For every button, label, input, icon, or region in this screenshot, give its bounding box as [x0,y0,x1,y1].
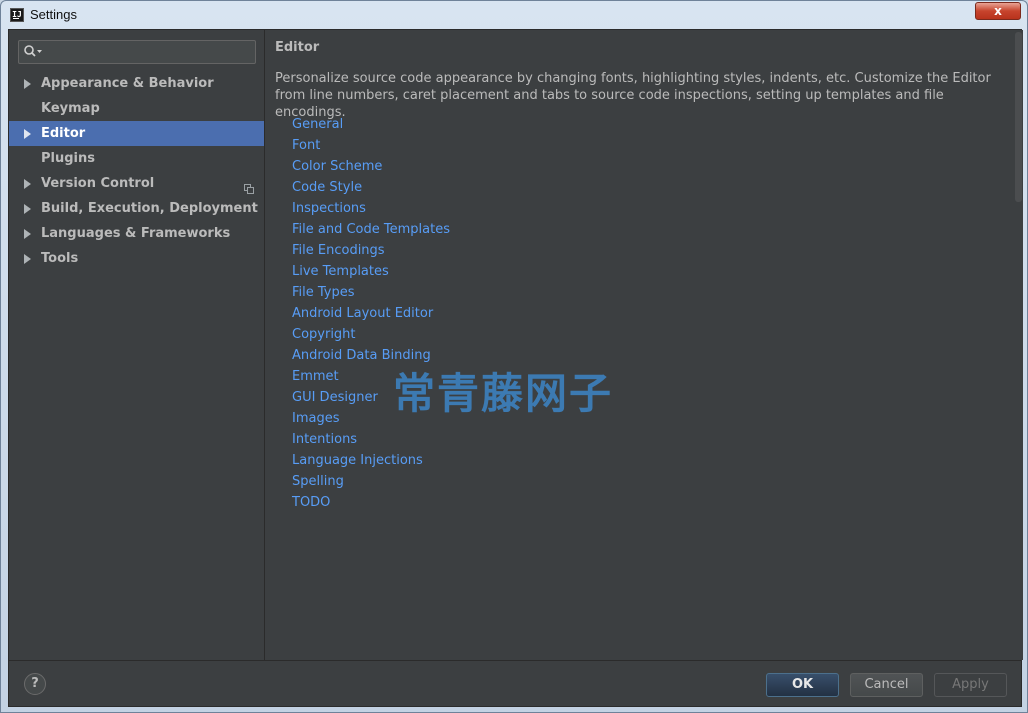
copy-icon [244,178,254,194]
sidebar-item-plugins[interactable]: Plugins [9,146,264,171]
sidebar-item-appearance-behavior[interactable]: Appearance & Behavior [9,71,264,96]
sidebar-item-label: Keymap [41,101,100,116]
watermark-text: 常青藤网子 [393,369,614,418]
editor-settings-panel: Editor Personalize source code appearanc… [266,30,1023,660]
title-bar[interactable]: IJ Settings x [1,1,1027,29]
settings-window: IJ Settings x Appearance & Behavior Keyma… [0,0,1028,713]
sidebar-item-label: Plugins [41,151,95,166]
link-live-templates[interactable]: Live Templates [292,261,450,282]
settings-tree: Appearance & Behavior Keymap Editor Plugins… [9,71,264,271]
link-language-injections[interactable]: Language Injections [292,450,450,471]
editor-subpage-links: General Font Color Scheme Code Style Inspect… [292,114,450,513]
link-color-scheme[interactable]: Color Scheme [292,156,450,177]
sidebar-item-label: Editor [41,126,86,141]
ok-button[interactable]: OK [766,673,839,697]
sidebar-item-build-execution-deployment[interactable]: Build, Execution, Deployment [9,196,264,221]
dialog-body: Appearance & Behavior Keymap Editor Plugins… [8,29,1023,707]
intellij-app-icon: IJ [10,8,24,22]
sidebar-item-label: Build, Execution, Deployment [41,201,258,216]
expand-arrow-icon[interactable] [24,79,31,89]
expand-arrow-icon[interactable] [24,229,31,239]
close-button[interactable]: x [975,2,1021,20]
help-button[interactable]: ? [24,673,46,695]
search-box[interactable] [18,40,256,64]
link-todo[interactable]: TODO [292,492,450,513]
search-input[interactable] [47,43,252,61]
sidebar-item-label: Appearance & Behavior [41,76,214,91]
link-inspections[interactable]: Inspections [292,198,450,219]
expand-arrow-icon[interactable] [24,129,31,139]
expand-arrow-icon[interactable] [24,254,31,264]
link-file-types[interactable]: File Types [292,282,450,303]
dialog-footer: ? OK Cancel Apply [9,660,1021,706]
link-android-layout-editor[interactable]: Android Layout Editor [292,303,450,324]
sidebar-item-tools[interactable]: Tools [9,246,264,271]
cancel-button[interactable]: Cancel [850,673,923,697]
expand-arrow-icon[interactable] [24,204,31,214]
link-file-encodings[interactable]: File Encodings [292,240,450,261]
sidebar-item-languages-frameworks[interactable]: Languages & Frameworks [9,221,264,246]
link-general[interactable]: General [292,114,450,135]
link-intentions[interactable]: Intentions [292,429,450,450]
page-title: Editor [275,40,320,55]
settings-sidebar: Appearance & Behavior Keymap Editor Plugins… [9,30,265,660]
vertical-scrollbar[interactable] [1013,30,1023,660]
link-copyright[interactable]: Copyright [292,324,450,345]
sidebar-item-label: Version Control [41,176,155,191]
expand-arrow-icon[interactable] [24,179,31,189]
scrollbar-thumb[interactable] [1015,32,1022,202]
sidebar-item-label: Languages & Frameworks [41,226,231,241]
link-code-style[interactable]: Code Style [292,177,450,198]
window-title: Settings [30,7,77,22]
sidebar-item-editor[interactable]: Editor [9,121,264,146]
apply-button[interactable]: Apply [934,673,1007,697]
link-spelling[interactable]: Spelling [292,471,450,492]
sidebar-item-keymap[interactable]: Keymap [9,96,264,121]
sidebar-item-version-control[interactable]: Version Control [9,171,264,196]
link-font[interactable]: Font [292,135,450,156]
search-icon[interactable] [23,44,43,60]
sidebar-item-label: Tools [41,251,79,266]
link-file-and-code-templates[interactable]: File and Code Templates [292,219,450,240]
